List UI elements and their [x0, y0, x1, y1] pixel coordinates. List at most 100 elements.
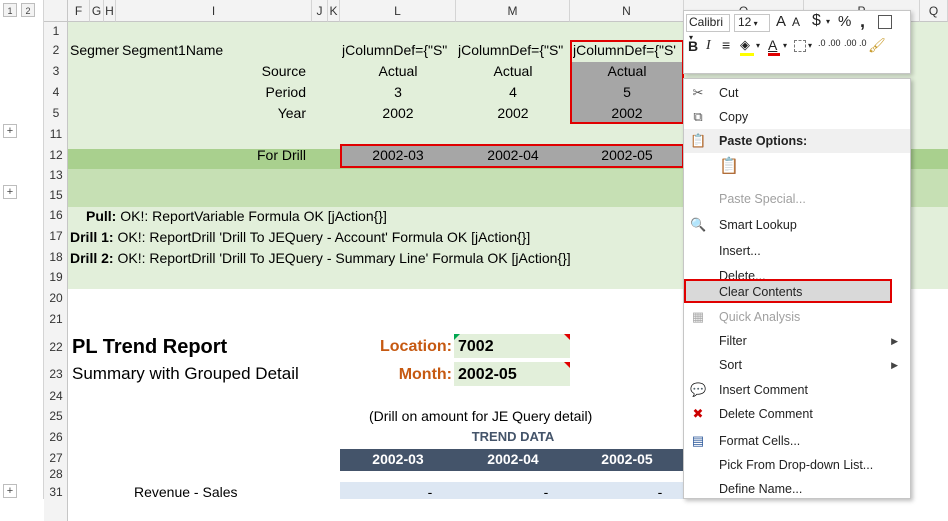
- col-header-L[interactable]: L: [340, 0, 456, 22]
- menu-item-paste-special[interactable]: Paste Special...: [684, 187, 910, 211]
- cell-N12[interactable]: 2002-05: [570, 147, 684, 163]
- row-number[interactable]: 27: [44, 451, 68, 465]
- cell-G2[interactable]: Segment1Name: [122, 42, 223, 58]
- row-number[interactable]: 22: [44, 340, 68, 354]
- col-header-H[interactable]: H: [104, 0, 116, 22]
- italic-button[interactable]: I: [706, 38, 711, 54]
- row-number[interactable]: 3: [44, 64, 68, 78]
- menu-item-clear-contents[interactable]: Clear Contents: [684, 279, 892, 303]
- chevron-down-icon[interactable]: ▾: [783, 41, 787, 50]
- row-number[interactable]: 24: [44, 389, 68, 403]
- chevron-down-icon[interactable]: ▾: [756, 41, 760, 50]
- select-all-corner[interactable]: [44, 0, 68, 22]
- cell-L5[interactable]: 2002: [340, 105, 456, 121]
- report-subtitle[interactable]: Summary with Grouped Detail: [72, 364, 299, 384]
- row-number[interactable]: 16: [44, 208, 68, 222]
- decrease-decimal-button[interactable]: .00 .0: [844, 39, 867, 48]
- comma-button[interactable]: ,: [860, 11, 865, 32]
- font-size-dropdown[interactable]: 12 ▾: [734, 14, 770, 32]
- font-color-icon[interactable]: A: [768, 37, 777, 53]
- menu-item-define-name[interactable]: Define Name...: [684, 477, 910, 501]
- row-number[interactable]: 17: [44, 229, 68, 243]
- row-number[interactable]: 15: [44, 188, 68, 202]
- row-number[interactable]: 2: [44, 43, 68, 57]
- menu-item-copy[interactable]: ⧉ Copy: [684, 105, 910, 129]
- row-number[interactable]: 19: [44, 270, 68, 284]
- menu-item-cut[interactable]: ✂ Cut: [684, 81, 910, 105]
- col-header-K[interactable]: K: [328, 0, 340, 22]
- action-row-drill-2[interactable]: Drill 2: OK!: ReportDrill 'Drill To JEQu…: [70, 250, 571, 266]
- row-number[interactable]: 11: [44, 127, 68, 141]
- menu-item-format-cells[interactable]: ▤ Format Cells...: [684, 429, 910, 453]
- outline-level-2-button[interactable]: 2: [21, 3, 35, 17]
- col-header-Q[interactable]: Q: [920, 0, 948, 22]
- row-number[interactable]: 31: [44, 485, 68, 499]
- cell-N4[interactable]: 5: [570, 84, 684, 100]
- expand-group-button[interactable]: +: [3, 484, 17, 498]
- row-number[interactable]: 1: [44, 24, 68, 38]
- cell-N5[interactable]: 2002: [570, 105, 684, 121]
- col-header-F[interactable]: F: [68, 0, 90, 22]
- report-title[interactable]: PL Trend Report: [72, 336, 227, 359]
- trend-col-header[interactable]: 2002-05: [570, 451, 684, 467]
- row-number[interactable]: 26: [44, 430, 68, 444]
- increase-decimal-button[interactable]: .0 .00: [818, 39, 841, 48]
- cell-M2[interactable]: jColumnDef={"S": [458, 42, 570, 58]
- cell-L4[interactable]: 3: [340, 84, 456, 100]
- cell-M3[interactable]: Actual: [456, 63, 570, 79]
- row-number[interactable]: 25: [44, 409, 68, 423]
- row-label-revenue[interactable]: Revenue - Sales: [134, 484, 238, 500]
- currency-button[interactable]: $: [812, 12, 821, 30]
- chevron-down-icon[interactable]: ▾: [826, 17, 830, 26]
- paste-option-button[interactable]: 📋: [684, 153, 910, 185]
- shrink-font-button[interactable]: A: [792, 15, 800, 29]
- revenue-value[interactable]: -: [516, 484, 576, 500]
- cell-I5[interactable]: Year: [116, 105, 306, 121]
- location-value[interactable]: 7002: [458, 338, 494, 356]
- row-number[interactable]: 20: [44, 291, 68, 305]
- menu-item-pick-from-list[interactable]: Pick From Drop-down List...: [684, 453, 910, 477]
- align-center-icon[interactable]: ≡: [722, 37, 730, 53]
- cell-I3[interactable]: Source: [116, 63, 306, 79]
- cell-N2[interactable]: jColumnDef={"S': [573, 42, 683, 58]
- row-number[interactable]: 28: [44, 467, 68, 481]
- menu-item-delete-comment[interactable]: ✖ Delete Comment: [684, 402, 910, 426]
- cell-I12[interactable]: For Drill: [116, 147, 306, 163]
- row-number[interactable]: 4: [44, 85, 68, 99]
- cell-M5[interactable]: 2002: [456, 105, 570, 121]
- cell-M12[interactable]: 2002-04: [456, 147, 570, 163]
- menu-item-filter[interactable]: Filter ▶: [684, 329, 910, 353]
- outline-level-1-button[interactable]: 1: [3, 3, 17, 17]
- row-number[interactable]: 18: [44, 250, 68, 264]
- menu-item-smart-lookup[interactable]: 🔍 Smart Lookup: [684, 213, 910, 237]
- row-number[interactable]: 21: [44, 312, 68, 326]
- trend-col-header[interactable]: 2002-04: [456, 451, 570, 467]
- action-row-drill-1[interactable]: Drill 1: OK!: ReportDrill 'Drill To JEQu…: [70, 229, 530, 245]
- menu-item-sort[interactable]: Sort ▶: [684, 353, 910, 377]
- cell-L2[interactable]: jColumnDef={"S": [342, 42, 456, 58]
- cell-I4[interactable]: Period: [116, 84, 306, 100]
- col-header-G[interactable]: G: [90, 0, 104, 22]
- revenue-value[interactable]: -: [630, 484, 690, 500]
- cell-M4[interactable]: 4: [456, 84, 570, 100]
- menu-item-insert-comment[interactable]: 💬 Insert Comment: [684, 378, 910, 402]
- grow-font-button[interactable]: A: [776, 13, 786, 30]
- month-value[interactable]: 2002-05: [458, 366, 517, 384]
- cell-L3[interactable]: Actual: [340, 63, 456, 79]
- borders-icon[interactable]: [794, 40, 806, 52]
- col-header-M[interactable]: M: [456, 0, 570, 22]
- merge-center-icon[interactable]: [878, 15, 892, 29]
- col-header-N[interactable]: N: [570, 0, 684, 22]
- col-header-I[interactable]: I: [116, 0, 312, 22]
- format-painter-icon[interactable]: 🖌: [868, 37, 886, 54]
- revenue-value[interactable]: -: [400, 484, 460, 500]
- menu-item-insert[interactable]: Insert...: [684, 239, 910, 263]
- trend-col-header[interactable]: 2002-03: [340, 451, 456, 467]
- cell-L12[interactable]: 2002-03: [340, 147, 456, 163]
- chevron-down-icon[interactable]: ▾: [808, 41, 812, 50]
- percent-button[interactable]: %: [838, 13, 851, 30]
- row-number[interactable]: 5: [44, 106, 68, 120]
- expand-group-button[interactable]: +: [3, 185, 17, 199]
- bold-button[interactable]: B: [688, 38, 698, 54]
- fill-color-icon[interactable]: ◈: [740, 37, 750, 53]
